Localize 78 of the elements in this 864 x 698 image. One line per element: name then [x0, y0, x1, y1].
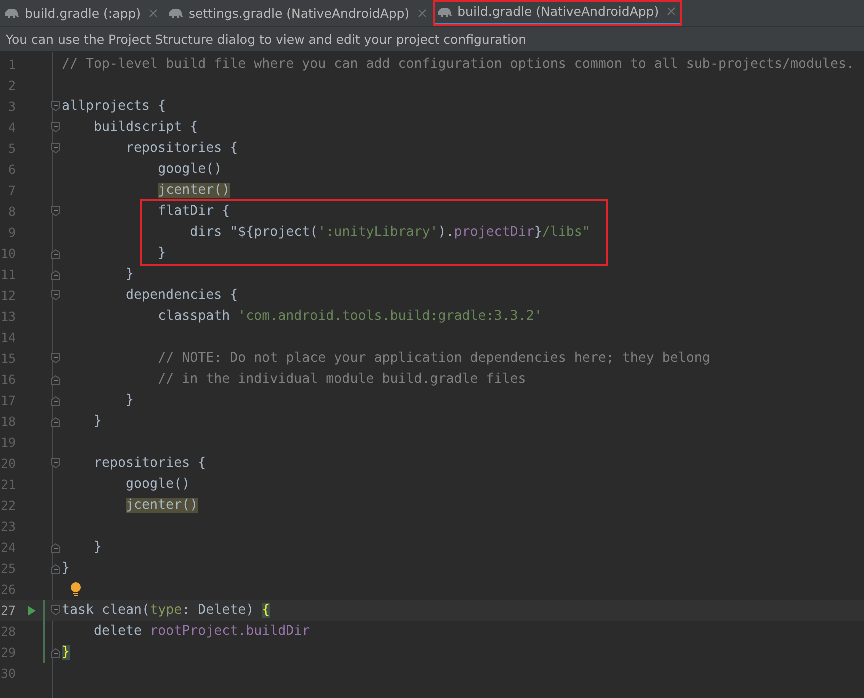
line-number: 16 [0, 372, 16, 387]
line-number: 2 [7, 78, 16, 93]
code-line: repositories { [94, 456, 206, 471]
code-line: // NOTE: Do not place your application dependencies here; they belong [158, 351, 710, 366]
line-number: 12 [0, 288, 16, 303]
code-line: google() [158, 162, 222, 177]
line-number: 13 [0, 309, 16, 324]
line-number: 29 [0, 645, 16, 660]
fold-icon[interactable] [51, 268, 61, 280]
fold-icon[interactable] [51, 122, 61, 134]
run-icon[interactable] [26, 604, 36, 616]
line-number: 30 [0, 666, 16, 681]
line-number: 28 [0, 624, 16, 639]
code-line: } [158, 246, 166, 261]
line-number: 26 [0, 582, 16, 597]
code-line: task clean(type: Delete) { [62, 603, 270, 618]
fold-icon[interactable] [51, 604, 61, 616]
close-icon [667, 7, 676, 16]
code-line: } [126, 393, 134, 408]
line-number: 10 [0, 246, 16, 261]
elephant-icon [4, 7, 20, 19]
notification-text: You can use the Project Structure dialog to view and edit your project configuration [6, 32, 527, 46]
line-number: 27 [0, 603, 16, 618]
fold-icon[interactable] [51, 646, 61, 658]
lightbulb-icon[interactable] [70, 582, 82, 597]
line-number: 21 [0, 477, 16, 492]
fold-icon[interactable] [51, 142, 61, 154]
line-number: 17 [0, 393, 16, 408]
fold-icon[interactable] [51, 394, 61, 406]
code-line: } [94, 540, 102, 555]
fold-icon[interactable] [51, 458, 61, 470]
close-icon [149, 8, 158, 18]
elephant-icon [436, 6, 453, 18]
code-line: delete rootProject.buildDir [94, 624, 310, 639]
code-line: allprojects { [62, 99, 166, 114]
code-line: repositories { [126, 141, 238, 156]
line-number: 8 [7, 204, 16, 219]
code-line: classpath 'com.android.tools.build:gradle:3.3.2' [158, 309, 542, 324]
line-number: 25 [0, 561, 16, 576]
fold-icon[interactable] [51, 374, 61, 386]
fold-icon[interactable] [51, 562, 61, 574]
fold-icon[interactable] [51, 206, 61, 218]
code-line: } [94, 414, 102, 429]
line-number: 6 [7, 162, 16, 177]
line-number: 7 [7, 183, 16, 198]
line-number: 24 [0, 540, 16, 555]
fold-icon[interactable] [51, 100, 61, 112]
code-line: google() [126, 477, 190, 492]
code-line: buildscript { [94, 120, 198, 135]
line-number: 14 [0, 330, 16, 345]
line-number: 9 [7, 225, 16, 240]
fold-icon[interactable] [51, 352, 61, 364]
fold-icon[interactable] [51, 248, 61, 260]
line-number: 22 [0, 498, 16, 513]
line-number: 15 [0, 351, 16, 366]
code-line: // in the individual module build.gradle files [158, 372, 526, 387]
code-line: } [62, 561, 70, 576]
line-number: 19 [0, 435, 16, 450]
code-line: flatDir { [158, 204, 230, 219]
line-number: 18 [0, 414, 16, 429]
line-number: 5 [7, 141, 16, 156]
line-number: 1 [7, 57, 16, 72]
code-line: dirs "${project(':unityLibrary').projectDir}/libs" [190, 225, 590, 240]
elephant-icon [168, 7, 184, 19]
line-number: 4 [7, 120, 16, 135]
editor-tab[interactable]: build.gradle (:app) [0, 0, 164, 26]
line-number: 3 [7, 99, 16, 114]
code-line: dependencies { [126, 288, 238, 303]
fold-icon[interactable] [51, 290, 61, 302]
editor-tab[interactable]: settings.gradle (NativeAndroidApp) [164, 0, 433, 26]
close-icon [418, 8, 427, 18]
line-number: 11 [0, 267, 16, 282]
line-number: 23 [0, 519, 16, 534]
line-number: 20 [0, 456, 16, 471]
fold-icon[interactable] [51, 542, 61, 554]
code-line: // Top-level build file where you can add configuration options common to all sub-projects/modules. [62, 57, 855, 72]
code-line: } [126, 267, 134, 282]
fold-icon[interactable] [51, 416, 61, 428]
